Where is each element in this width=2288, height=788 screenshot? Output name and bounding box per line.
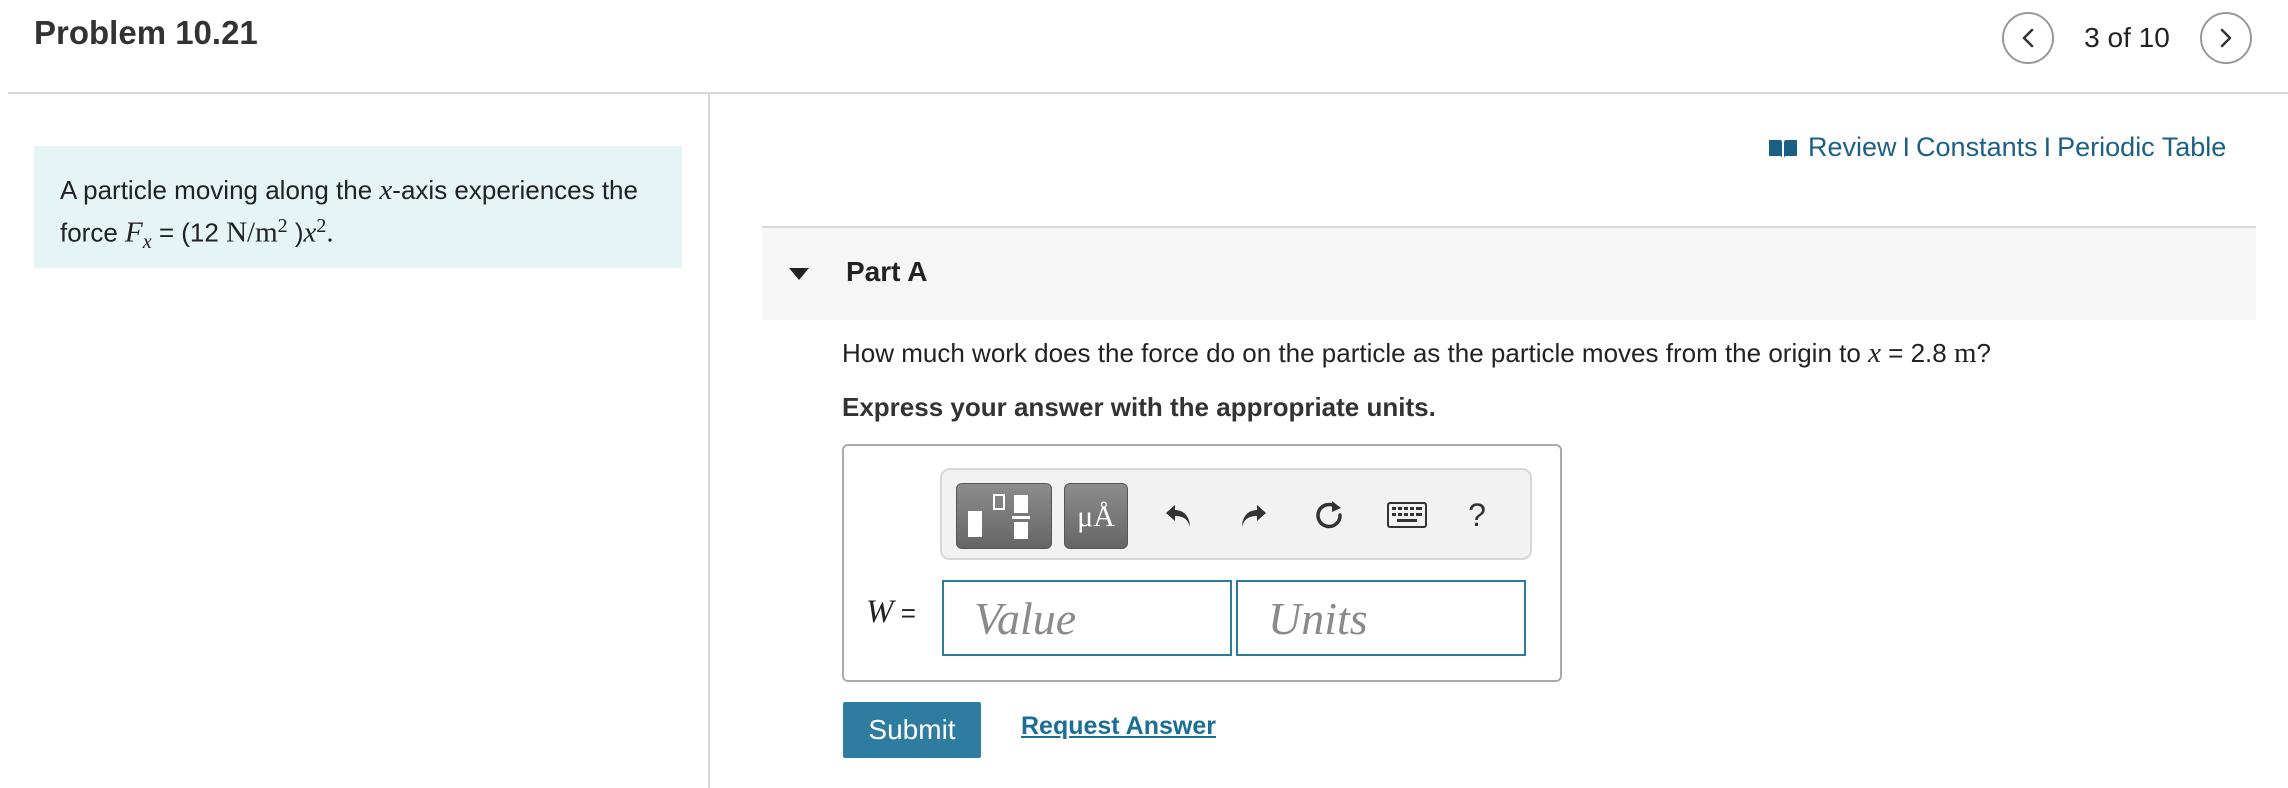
math-unit: m xyxy=(1953,337,1977,369)
question-text-part: How much work does the force do on the p… xyxy=(842,338,1869,368)
previous-problem-button[interactable] xyxy=(2002,12,2054,64)
value-input[interactable] xyxy=(942,580,1232,656)
redo-button[interactable] xyxy=(1230,492,1276,538)
reset-icon xyxy=(1316,501,1342,529)
answer-variable: W xyxy=(866,594,894,630)
math-var-x: x xyxy=(1868,337,1881,369)
request-answer-link[interactable]: Request Answer xyxy=(1021,712,1216,741)
problem-statement: A particle moving along the x-axis exper… xyxy=(34,146,682,268)
problem-text: -axis experiences the xyxy=(392,175,638,205)
math-unit-exponent: 2 xyxy=(277,215,288,237)
question-text-part: ? xyxy=(1976,338,1991,368)
math-var-exponent: 2 xyxy=(316,215,327,237)
review-link[interactable]: Review xyxy=(1808,132,1897,163)
header-divider xyxy=(8,92,2288,94)
book-icon xyxy=(1769,139,1797,158)
math-force-subscript: x xyxy=(142,230,152,253)
question-text: How much work does the force do on the p… xyxy=(842,337,1991,370)
resource-links: Review I Constants I Periodic Table xyxy=(1768,132,2226,163)
math-period: . xyxy=(326,216,334,249)
periodic-table-link[interactable]: Periodic Table xyxy=(2057,132,2226,163)
problem-text: A particle moving along the xyxy=(60,175,380,205)
templates-button[interactable] xyxy=(956,483,1052,549)
problem-equation: ) xyxy=(287,217,304,248)
link-separator: I xyxy=(2043,132,2052,162)
answer-equals: = xyxy=(893,598,916,628)
submit-button[interactable]: Submit xyxy=(843,702,981,758)
answer-label: W = xyxy=(866,592,916,631)
undo-button[interactable] xyxy=(1156,492,1202,538)
link-separator: I xyxy=(1902,132,1911,162)
problem-text: force xyxy=(60,217,126,248)
chevron-right-icon xyxy=(2220,28,2232,48)
next-problem-button[interactable] xyxy=(2200,12,2252,64)
chevron-left-icon xyxy=(2022,28,2034,48)
constants-link[interactable]: Constants xyxy=(1916,132,2038,163)
panel-divider xyxy=(708,94,710,788)
math-unit: N/m xyxy=(226,216,278,249)
math-var-x: x xyxy=(379,174,393,206)
problem-equation: = (12 xyxy=(151,217,227,248)
help-button[interactable]: ? xyxy=(1454,492,1500,538)
undo-icon xyxy=(1166,505,1190,527)
redo-icon xyxy=(1242,505,1266,527)
units-input[interactable] xyxy=(1236,580,1526,656)
caret-down-icon[interactable] xyxy=(788,266,810,282)
templates-icon xyxy=(968,494,1030,539)
part-header[interactable]: Part A xyxy=(762,226,2256,320)
reset-button[interactable] xyxy=(1306,492,1352,538)
units-symbols-button[interactable]: μÅ xyxy=(1064,483,1128,549)
keyboard-icon xyxy=(1387,502,1427,528)
question-text-part: = 2.8 xyxy=(1880,338,1954,368)
math-toolbar: μÅ ? xyxy=(940,468,1532,560)
answer-instruction: Express your answer with the appropriate… xyxy=(842,392,1436,422)
keyboard-button[interactable] xyxy=(1384,492,1430,538)
problem-title: Problem 10.21 xyxy=(34,14,258,51)
math-force-symbol: F xyxy=(125,216,143,249)
page-counter: 3 of 10 xyxy=(2084,22,2170,53)
part-title: Part A xyxy=(846,256,928,287)
math-var-x: x xyxy=(303,216,317,249)
